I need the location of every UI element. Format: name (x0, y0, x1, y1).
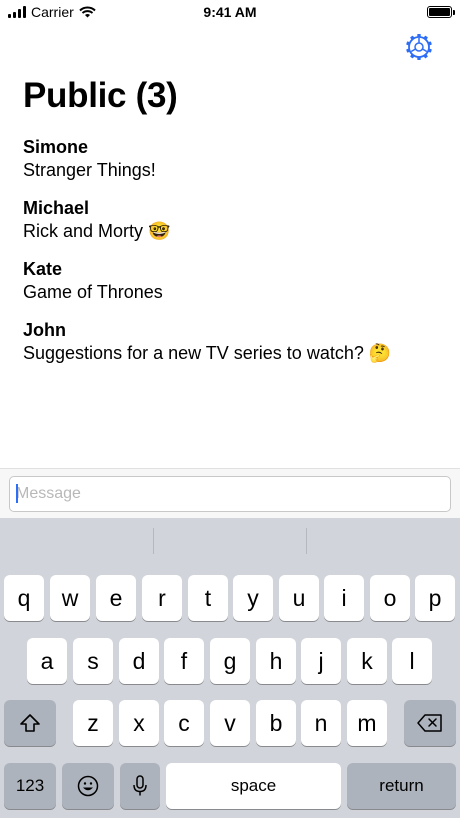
key-q[interactable]: q (4, 575, 44, 621)
message-text: Stranger Things! (23, 160, 156, 180)
key-g[interactable]: g (210, 638, 250, 684)
message-text: Suggestions for a new TV series to watch… (23, 343, 392, 363)
emoji-key[interactable] (62, 763, 114, 809)
message-item: Michael Rick and Morty 🤓 (23, 197, 443, 258)
key-i[interactable]: i (324, 575, 364, 621)
key-m[interactable]: m (347, 700, 387, 746)
keyboard: q w e r t y u i o p a s d f g h j k l z … (0, 518, 460, 818)
key-r[interactable]: r (142, 575, 182, 621)
message-item: John Suggestions for a new TV series to … (23, 319, 443, 380)
key-b[interactable]: b (256, 700, 296, 746)
key-u[interactable]: u (279, 575, 319, 621)
settings-button[interactable] (405, 33, 433, 61)
message-text: Rick and Morty 🤓 (23, 221, 171, 241)
message-author: Kate (23, 259, 63, 279)
key-x[interactable]: x (119, 700, 159, 746)
numbers-key[interactable]: 123 (4, 763, 56, 809)
key-c[interactable]: c (164, 700, 204, 746)
message-item: Kate Game of Thrones (23, 258, 443, 319)
delete-key[interactable] (404, 700, 456, 746)
key-j[interactable]: j (301, 638, 341, 684)
message-author: Simone (23, 137, 89, 157)
message-item: Simone Stranger Things! (23, 136, 443, 197)
key-w[interactable]: w (50, 575, 90, 621)
key-d[interactable]: d (119, 638, 159, 684)
key-e[interactable]: e (96, 575, 136, 621)
backspace-icon (417, 714, 442, 732)
key-z[interactable]: z (73, 700, 113, 746)
status-bar: Carrier 9:41 AM (0, 0, 460, 24)
key-t[interactable]: t (188, 575, 228, 621)
key-v[interactable]: v (210, 700, 250, 746)
key-p[interactable]: p (415, 575, 455, 621)
microphone-icon (133, 775, 147, 796)
key-h[interactable]: h (256, 638, 296, 684)
message-text: Game of Thrones (23, 282, 163, 302)
key-o[interactable]: o (370, 575, 410, 621)
emoji-icon (77, 775, 99, 797)
channel-title: Public (3) (23, 76, 178, 115)
dictation-key[interactable] (120, 763, 160, 809)
key-a[interactable]: a (27, 638, 67, 684)
key-k[interactable]: k (347, 638, 387, 684)
message-composer (0, 468, 460, 519)
message-author: John (23, 320, 66, 340)
status-time: 9:41 AM (203, 4, 257, 20)
message-list: Simone Stranger Things! Michael Rick and… (23, 136, 443, 380)
prediction-divider (153, 528, 154, 554)
return-key[interactable]: return (347, 763, 456, 809)
gear-icon (406, 34, 432, 60)
key-f[interactable]: f (164, 638, 204, 684)
space-key[interactable]: space (166, 763, 341, 809)
shift-key[interactable] (4, 700, 56, 746)
message-input[interactable] (9, 476, 451, 512)
key-y[interactable]: y (233, 575, 273, 621)
key-n[interactable]: n (301, 700, 341, 746)
key-s[interactable]: s (73, 638, 113, 684)
battery-icon (427, 6, 455, 18)
message-author: Michael (23, 198, 90, 218)
prediction-divider (306, 528, 307, 554)
text-caret (16, 484, 18, 503)
key-l[interactable]: l (392, 638, 432, 684)
shift-icon (20, 714, 40, 732)
